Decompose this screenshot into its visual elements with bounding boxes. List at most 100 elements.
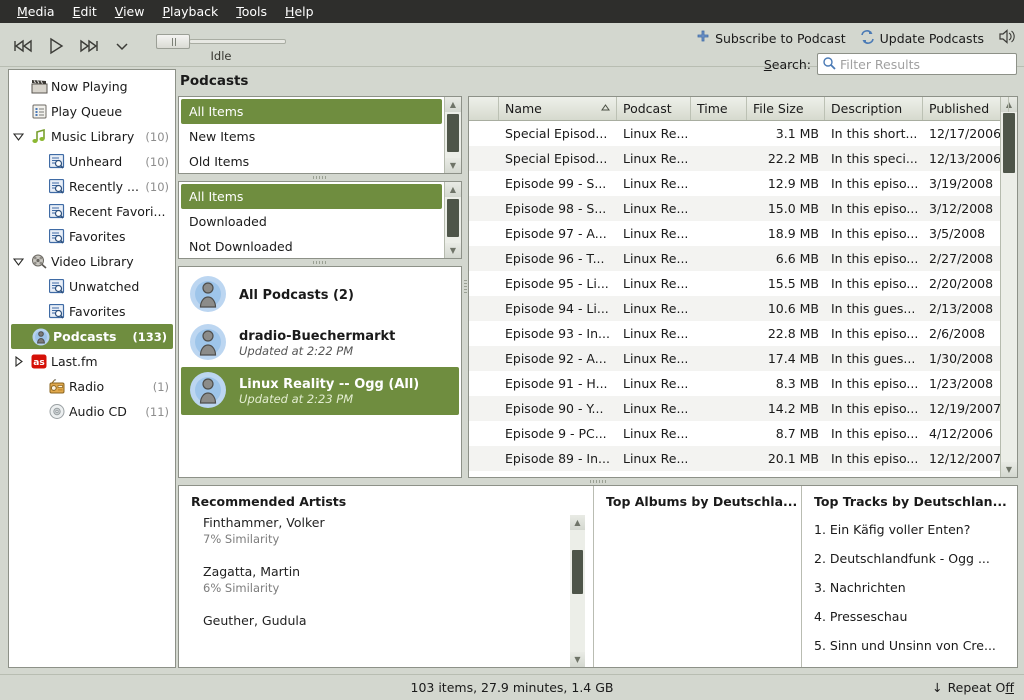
update-podcasts-button[interactable]: Update Podcasts: [854, 28, 990, 49]
scroll-trough[interactable]: [570, 530, 585, 652]
recommended-artists-list[interactable]: Finthammer, Volker 7% Similarity Zagatta, …: [179, 515, 570, 667]
volume-button[interactable]: [992, 27, 1018, 49]
vertical-splitter[interactable]: [178, 478, 1018, 485]
track-list-body[interactable]: Special Episod... Linux Re... 3.1 MB In thi…: [469, 121, 1000, 477]
table-row[interactable]: Episode 95 - Li... Linux Re... 15.5 MB In t…: [469, 271, 1000, 296]
menu-item-help[interactable]: Help: [276, 2, 323, 21]
table-row[interactable]: Episode 90 - Y... Linux Re... 14.2 MB In th…: [469, 396, 1000, 421]
sidebar-item-now-playing[interactable]: Now Playing: [9, 74, 175, 99]
podcast-source-item[interactable]: Linux Reality -- Ogg (All) Updated at 2:2…: [181, 367, 459, 415]
sidebar-item-play-queue[interactable]: Play Queue: [9, 99, 175, 124]
list-item[interactable]: 1. Ein Käfig voller Enten?: [814, 515, 1017, 544]
column-header-file-size[interactable]: File Size: [747, 97, 825, 120]
sidebar-item-label: Video Library: [51, 254, 134, 269]
recommended-artists-scrollbar[interactable]: ▲ ▼: [570, 515, 585, 667]
menu-item-playback[interactable]: Playback: [153, 2, 227, 21]
play-button[interactable]: [41, 32, 71, 60]
table-row[interactable]: Episode 91 - H... Linux Re... 8.3 MB In thi…: [469, 371, 1000, 396]
sidebar-item-podcasts[interactable]: Podcasts (133): [11, 324, 173, 349]
sidebar-item-recently[interactable]: Recently ... (10): [9, 174, 175, 199]
menu-item-tools[interactable]: Tools: [227, 2, 276, 21]
search-input[interactable]: Filter Results: [817, 53, 1017, 75]
table-row[interactable]: Episode 99 - S... Linux Re... 12.9 MB In th…: [469, 171, 1000, 196]
column-header-description[interactable]: Description: [825, 97, 923, 120]
column-header-published[interactable]: Published: [923, 97, 1009, 120]
column-header-name[interactable]: Name: [499, 97, 617, 120]
scroll-trough[interactable]: [1001, 112, 1017, 462]
search-icon: [822, 56, 836, 73]
sidebar-item-music-library[interactable]: Music Library (10): [9, 124, 175, 149]
scroll-trough[interactable]: [445, 112, 461, 158]
seek-handle[interactable]: [156, 33, 190, 49]
expander-right-icon[interactable]: [9, 356, 27, 367]
table-row[interactable]: Episode 96 - T... Linux Re... 6.6 MB In thi…: [469, 246, 1000, 271]
table-row[interactable]: Special Episod... Linux Re... 3.1 MB In thi…: [469, 121, 1000, 146]
filter-item-new-items[interactable]: New Items: [181, 124, 442, 149]
download-state-filter-list[interactable]: All Items Downloaded Not Downloaded: [179, 182, 444, 258]
next-button[interactable]: [74, 32, 104, 60]
sidebar-item-unwatched[interactable]: Unwatched: [9, 274, 175, 299]
list-item[interactable]: 3. Nachrichten: [814, 573, 1017, 602]
filter-splitter-2[interactable]: [178, 259, 462, 266]
menu-item-edit[interactable]: Edit: [64, 2, 106, 21]
filter-item-all-items[interactable]: All Items: [181, 99, 442, 124]
list-item[interactable]: Zagatta, Martin 6% Similarity: [203, 564, 570, 595]
table-row[interactable]: Episode 94 - Li... Linux Re... 10.6 MB In t…: [469, 296, 1000, 321]
column-header-podcast[interactable]: Podcast: [617, 97, 691, 120]
filter-item-old-items[interactable]: Old Items: [181, 149, 442, 173]
expander-down-icon[interactable]: [9, 131, 27, 142]
chevron-down-icon[interactable]: [107, 32, 137, 60]
table-row[interactable]: Episode 97 - A... Linux Re... 18.9 MB In th…: [469, 221, 1000, 246]
podcast-source-item[interactable]: dradio-Buechermarkt Updated at 2:22 PM: [181, 319, 459, 367]
scroll-down-arrow[interactable]: ▼: [570, 652, 585, 667]
top-albums-list[interactable]: [594, 515, 801, 667]
podcast-source-list[interactable]: All Podcasts (2) dradio-Buechermarkt Updat…: [179, 267, 461, 477]
seek-slider[interactable]: [156, 33, 286, 49]
table-row[interactable]: Episode 92 - A... Linux Re... 17.4 MB In th…: [469, 346, 1000, 371]
list-item[interactable]: Finthammer, Volker 7% Similarity: [203, 515, 570, 546]
podcast-source-item[interactable]: All Podcasts (2): [181, 271, 459, 319]
list-item[interactable]: 5. Sinn und Unsinn von Cre...: [814, 631, 1017, 660]
scroll-up-arrow[interactable]: ▲: [445, 97, 461, 112]
sidebar-item-recent-favori[interactable]: Recent Favori...: [9, 199, 175, 224]
scroll-up-arrow[interactable]: ▲: [570, 515, 585, 530]
column-header-indicator[interactable]: [469, 97, 499, 120]
previous-button[interactable]: [8, 32, 38, 60]
top-tracks-list[interactable]: 1. Ein Käfig voller Enten? 2. Deutschland…: [802, 515, 1017, 667]
sidebar-item-favorites[interactable]: Favorites: [9, 299, 175, 324]
menu-item-view[interactable]: View: [106, 2, 154, 21]
subscribe-to-podcast-button[interactable]: Subscribe to Podcast: [690, 28, 852, 49]
scroll-up-arrow[interactable]: ▲: [445, 182, 461, 197]
expander-down-icon[interactable]: [9, 256, 27, 267]
table-row[interactable]: Episode 89 - In... Linux Re... 20.1 MB In t…: [469, 446, 1000, 471]
sidebar-item-video-library[interactable]: Video Library: [9, 249, 175, 274]
menu-item-media[interactable]: Media: [8, 2, 64, 21]
seek-trough[interactable]: [189, 38, 286, 44]
sidebar-item-unheard[interactable]: Unheard (10): [9, 149, 175, 174]
scroll-trough[interactable]: [445, 197, 461, 243]
download-state-filter-scrollbar[interactable]: ▲ ▼: [444, 182, 461, 258]
scroll-down-arrow[interactable]: ▼: [445, 243, 461, 258]
list-item[interactable]: 4. Presseschau: [814, 602, 1017, 631]
track-list-scrollbar[interactable]: ▲ ▼: [1000, 97, 1017, 477]
table-row[interactable]: Episode 98 - S... Linux Re... 15.0 MB In th…: [469, 196, 1000, 221]
filter-item-downloaded[interactable]: Downloaded: [181, 209, 442, 234]
scroll-down-arrow[interactable]: ▼: [1001, 462, 1017, 477]
sidebar-item-favorites[interactable]: Favorites: [9, 224, 175, 249]
sidebar-item-radio[interactable]: Radio (1): [9, 374, 175, 399]
item-state-filter-list[interactable]: All Items New Items Old Items: [179, 97, 444, 173]
table-row[interactable]: Episode 93 - In... Linux Re... 22.8 MB In t…: [469, 321, 1000, 346]
table-row[interactable]: Episode 9 - PC... Linux Re... 8.7 MB In thi…: [469, 421, 1000, 446]
filter-item-all-items[interactable]: All Items: [181, 184, 442, 209]
scroll-down-arrow[interactable]: ▼: [445, 158, 461, 173]
list-item[interactable]: Geuther, Gudula: [203, 613, 570, 628]
item-state-filter-scrollbar[interactable]: ▲ ▼: [444, 97, 461, 173]
table-row[interactable]: Special Episod... Linux Re... 22.2 MB In th…: [469, 146, 1000, 171]
cell-published: 2/13/2008: [929, 301, 994, 316]
sidebar-item-last-fm[interactable]: as Last.fm: [9, 349, 175, 374]
column-header-time[interactable]: Time: [691, 97, 747, 120]
sidebar-item-audio-cd[interactable]: Audio CD (11): [9, 399, 175, 424]
filter-splitter-1[interactable]: [178, 174, 462, 181]
list-item[interactable]: 2. Deutschlandfunk - Ogg ...: [814, 544, 1017, 573]
filter-item-not-downloaded[interactable]: Not Downloaded: [181, 234, 442, 258]
